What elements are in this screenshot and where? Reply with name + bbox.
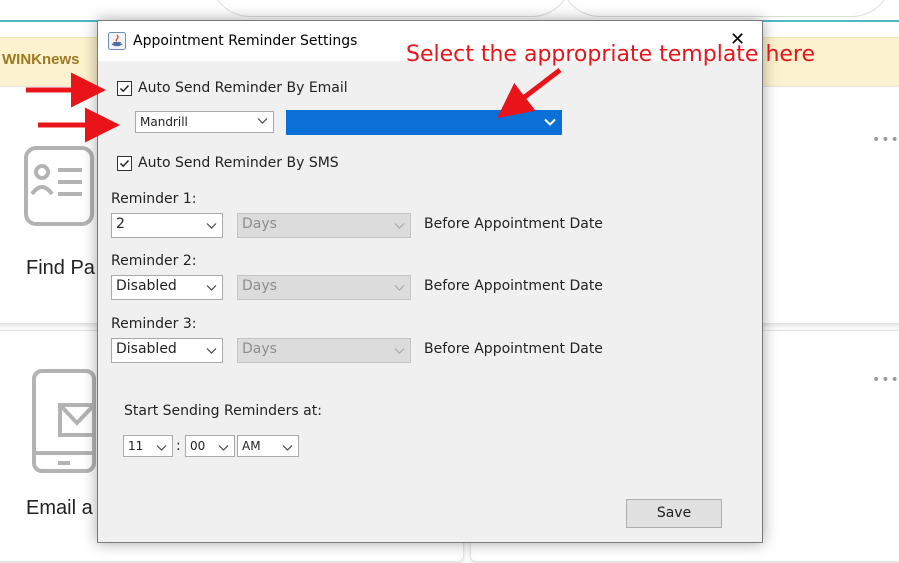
arrow-to-template-select — [497, 68, 562, 119]
annotation-arrows — [26, 68, 562, 143]
